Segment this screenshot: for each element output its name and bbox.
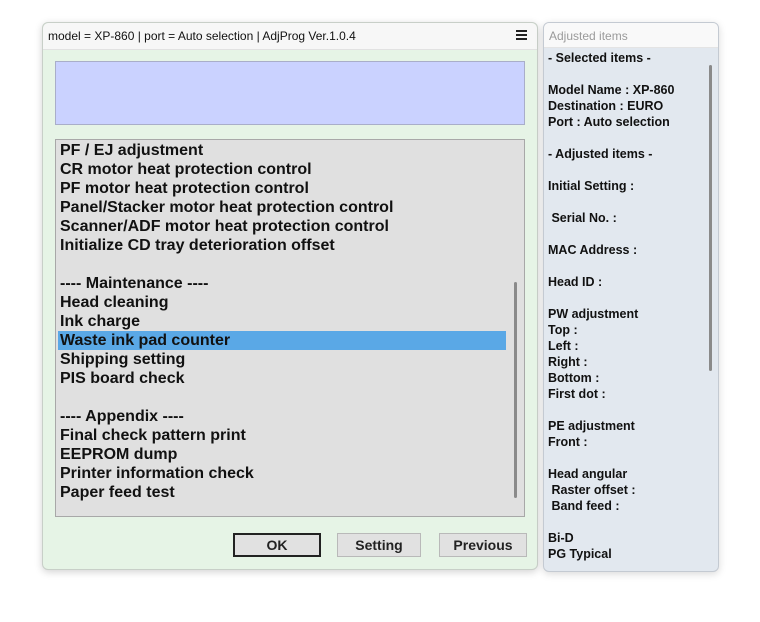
side-line: Bottom :	[548, 371, 600, 385]
list-item[interactable]: PIS board check	[58, 369, 506, 388]
side-line: Front :	[548, 435, 588, 449]
window-title: model = XP-860 | port = Auto selection |…	[48, 29, 356, 43]
title-bar: model = XP-860 | port = Auto selection |…	[43, 23, 537, 50]
side-line: Head angular	[548, 467, 628, 481]
list-item[interactable]: ---- Appendix ----	[58, 407, 506, 426]
side-spacer	[548, 402, 708, 418]
list-item[interactable]: Shipping setting	[58, 350, 506, 369]
list-item[interactable]: Paper feed test	[58, 483, 506, 502]
adjusted-items-title-bar: Adjusted items	[544, 23, 718, 48]
list-item[interactable]: Initialize CD tray deterioration offset	[58, 236, 506, 255]
side-line: Raster offset :	[548, 483, 636, 497]
list-item[interactable]: ---- Maintenance ----	[58, 274, 506, 293]
side-line: Head ID :	[548, 275, 603, 289]
side-line: Left :	[548, 339, 579, 353]
list-item[interactable]: CR motor heat protection control	[58, 160, 506, 179]
side-spacer	[548, 130, 708, 146]
side-spacer	[548, 66, 708, 82]
side-line: Top :	[548, 323, 578, 337]
side-spacer	[548, 194, 708, 210]
side-line: Serial No. :	[548, 211, 617, 225]
message-display	[55, 61, 525, 125]
side-spacer	[548, 258, 708, 274]
list-item[interactable]: EEPROM dump	[58, 445, 506, 464]
side-spacer	[548, 290, 708, 306]
side-line: MAC Address :	[548, 243, 638, 257]
side-line: Port : Auto selection	[548, 115, 670, 129]
list-item[interactable]: Panel/Stacker motor heat protection cont…	[58, 198, 506, 217]
list-item[interactable]: Scanner/ADF motor heat protection contro…	[58, 217, 506, 236]
side-line: Band feed :	[548, 499, 620, 513]
previous-button[interactable]: Previous	[439, 533, 527, 557]
list-scrollbar[interactable]	[514, 282, 517, 498]
list-item[interactable]: PF motor heat protection control	[58, 179, 506, 198]
adjusted-items-title: Adjusted items	[549, 29, 628, 43]
list-item[interactable]: Printer information check	[58, 464, 506, 483]
list-item[interactable]: PF / EJ adjustment	[58, 141, 506, 160]
adjusted-items-content: - Selected items - Model Name : XP-860 De…	[548, 50, 708, 562]
side-line: First dot :	[548, 387, 606, 401]
main-window: model = XP-860 | port = Auto selection |…	[42, 22, 538, 570]
adjusted-items-window: Adjusted items - Selected items - Model …	[543, 22, 719, 572]
side-line: - Adjusted items -	[548, 147, 653, 161]
list-item[interactable]: Head cleaning	[58, 293, 506, 312]
ok-button[interactable]: OK	[233, 533, 321, 557]
side-line: Destination : EURO	[548, 99, 664, 113]
side-line: Model Name : XP-860	[548, 83, 675, 97]
setting-button[interactable]: Setting	[337, 533, 421, 557]
side-line: PG Typical	[548, 547, 612, 561]
side-line: Right :	[548, 355, 588, 369]
side-spacer	[548, 162, 708, 178]
side-spacer	[548, 514, 708, 530]
list-item[interactable]: Waste ink pad counter	[58, 331, 506, 350]
side-spacer	[548, 226, 708, 242]
side-line: - Selected items -	[548, 51, 651, 65]
side-line: PW adjustment	[548, 307, 639, 321]
side-line: Bi-D	[548, 531, 574, 545]
hamburger-menu-icon[interactable]	[516, 30, 527, 41]
list-item[interactable]: Final check pattern print	[58, 426, 506, 445]
list-item[interactable]: Ink charge	[58, 312, 506, 331]
function-list[interactable]: PF / EJ adjustment CR motor heat protecti…	[55, 139, 525, 517]
side-line: PE adjustment	[548, 419, 635, 433]
function-list-items: PF / EJ adjustment CR motor heat protecti…	[58, 141, 506, 502]
side-line: Initial Setting :	[548, 179, 635, 193]
adjusted-items-scrollbar[interactable]	[709, 65, 712, 371]
side-spacer	[548, 450, 708, 466]
